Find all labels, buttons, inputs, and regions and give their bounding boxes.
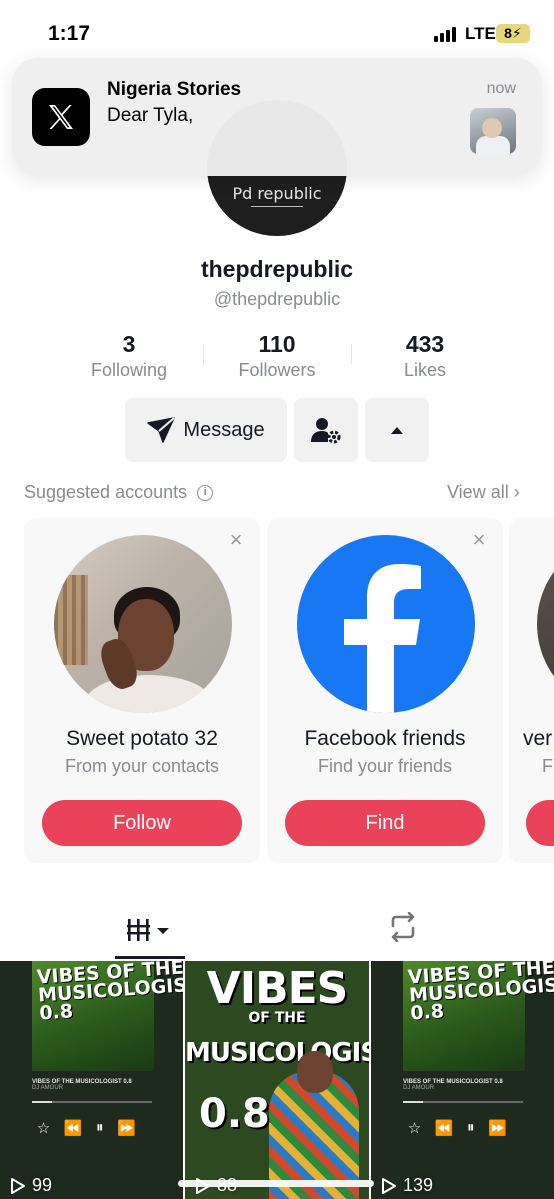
caret-up-icon [391,427,403,434]
notification-body: Dear Tyla, [107,105,194,126]
player-artist: DJ AMOUR [32,1085,64,1091]
suggested-name: ver [523,727,553,750]
video-thumbnail[interactable]: VIBES OF THE MUSICOLOGIST 0.8 VIBES OF T… [371,961,554,1199]
view-all-link[interactable]: View all › [447,482,520,503]
view-count-value: 99 [32,1175,53,1195]
active-tab-indicator [115,956,185,959]
network-label: LTE [465,24,496,43]
chevron-right-icon: › [513,482,520,502]
tab-reposts[interactable] [375,912,431,952]
battery-level: 8 [504,25,512,41]
cover-title: VIBES OF THE MUSICOLOGIST 0.8 [407,961,554,1025]
notification-thumbnail [470,108,516,154]
suggested-card[interactable]: × Facebook friends Find your friends Fin… [267,518,503,863]
more-options-button[interactable] [365,398,429,462]
suggested-avatar[interactable] [54,535,232,713]
view-count: 139 [381,1175,433,1196]
message-button[interactable]: Message [125,398,287,462]
info-icon[interactable]: i [197,484,214,501]
add-friend-button[interactable] [294,398,358,462]
message-button-label: Message [183,418,265,441]
status-time: 1:17 [48,22,91,45]
view-count-value: 139 [403,1175,434,1195]
play-outline-icon [11,1177,25,1194]
status-bar: 1:17 LTE 8⚡ [0,0,554,62]
player-controls: ☆ ⏪ ⏸ ⏩ [407,1119,507,1137]
video-grid: VIBES OF THE MUSICOLOGIST 0.8 VIBES OF T… [0,961,554,1199]
avatar-logo-underline [251,206,303,207]
profile-username: thepdrepublic [200,256,354,282]
cover-title-second: MUSICOLOGIST [185,1038,369,1068]
profile-handle: @thepdrepublic [213,289,341,309]
stat-label: Likes [403,360,447,380]
facebook-logo-icon[interactable] [297,535,475,713]
video-cover: VIBES OF THE MUSICOLOGIST 0.8 [403,961,554,1071]
notification-time: now [486,80,516,97]
signal-icon [434,26,460,42]
suggested-accounts-title: Suggested accounts i [24,482,214,503]
notification-title: Nigeria Stories [107,79,242,100]
home-indicator[interactable] [178,1180,374,1187]
notification-banner[interactable]: Nigeria Stories Dear Tyla, now [12,58,542,176]
follow-button[interactable] [526,800,554,846]
repost-icon [391,912,415,942]
stat-followers[interactable]: 110 Followers [202,331,352,381]
follow-button[interactable]: Follow [42,800,242,846]
stat-likes[interactable]: 433 Likes [350,331,500,381]
suggested-subtitle: From your contacts [64,756,220,776]
stat-label: Followers [238,360,316,380]
battery-icon: 8⚡ [496,24,530,43]
suggested-title-text: Suggested accounts [24,482,188,502]
video-cover: VIBES OF THE MUSICOLOGIST 0.8 [32,961,183,1071]
avatar-logo-text: Pd republic [232,184,322,203]
person-settings-icon [311,418,341,444]
stat-value: 3 [122,331,136,357]
cover-number: 0.8 [199,1091,270,1137]
x-logo-icon [32,88,90,146]
stat-value: 110 [258,331,296,357]
player-controls: ☆ ⏪ ⏸ ⏩ [36,1119,136,1137]
player-progress [403,1101,523,1103]
send-icon [147,417,176,443]
player-artist: DJ AMOUR [403,1085,435,1091]
suggested-subtitle: Fr [542,756,554,776]
stat-value: 433 [405,331,445,357]
video-thumbnail[interactable]: VIBES OF THE MUSICOLOGIST 0.8 88 [185,961,369,1199]
stat-following[interactable]: 3 Following [54,331,204,381]
view-count: 99 [10,1175,52,1196]
cover-title: VIBES OF THE MUSICOLOGIST [185,967,369,1069]
view-all-label: View all [447,482,509,502]
cover-title-main: VIBES [206,963,349,1014]
find-button[interactable]: Find [285,800,485,846]
cover-person-head [297,1051,333,1093]
tab-videos[interactable] [115,910,185,958]
suggested-subtitle: Find your friends [317,756,453,776]
cover-title: VIBES OF THE MUSICOLOGIST 0.8 [36,961,183,1025]
video-thumbnail[interactable]: VIBES OF THE MUSICOLOGIST 0.8 VIBES OF T… [0,961,183,1199]
grid-icon [127,919,169,941]
suggested-name: Facebook friends [304,727,466,750]
player-info: VIBES OF THE MUSICOLOGIST 0.8 DJ AMOUR [32,1079,132,1091]
play-outline-icon [382,1177,396,1194]
suggested-card[interactable]: ver Fr [509,518,554,863]
suggested-avatar[interactable] [537,535,554,713]
suggested-name: Sweet potato 32 [66,727,218,750]
player-progress [32,1101,152,1103]
suggested-card[interactable]: × Sweet potato 32 From your contacts Fol… [24,518,260,863]
player-info: VIBES OF THE MUSICOLOGIST 0.8 DJ AMOUR [403,1079,503,1091]
stat-label: Following [90,360,168,380]
